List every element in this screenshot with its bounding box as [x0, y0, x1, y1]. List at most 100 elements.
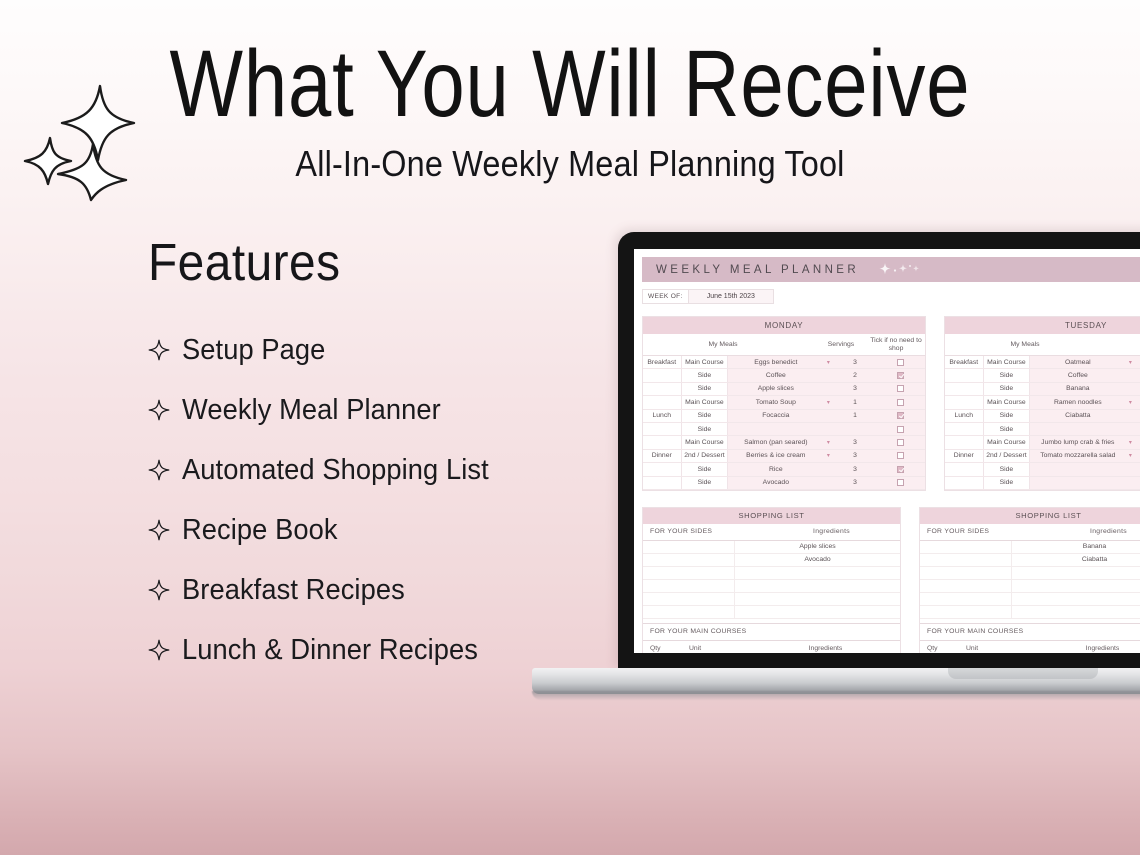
servings-cell[interactable] — [1135, 382, 1140, 396]
list-item[interactable]: Apple slices — [643, 540, 900, 554]
checkbox[interactable] — [897, 385, 905, 393]
table-row[interactable]: Breakfast Main Course Oatmeal ▾ — [945, 356, 1140, 370]
list-item[interactable] — [920, 592, 1140, 606]
list-item[interactable] — [920, 605, 1140, 619]
list-item[interactable] — [920, 579, 1140, 593]
ingredient-value[interactable]: Ciabatta — [1012, 556, 1140, 563]
checkbox-checked[interactable] — [897, 465, 905, 473]
ingredient-value[interactable]: Avocado — [735, 556, 900, 563]
tick-cell[interactable] — [876, 409, 925, 422]
servings-cell[interactable] — [1135, 396, 1140, 409]
servings-cell[interactable] — [1135, 422, 1140, 436]
servings-cell[interactable]: 3 — [833, 382, 877, 396]
dish-cell[interactable]: Coffee — [728, 369, 824, 382]
dish-cell[interactable] — [1030, 476, 1126, 489]
servings-cell[interactable]: 1 — [833, 396, 877, 409]
ingredient-value[interactable]: Apple slices — [735, 543, 900, 550]
chevron-down-icon[interactable]: ▾ — [823, 449, 834, 463]
table-row[interactable]: Side — [643, 422, 925, 437]
servings-cell[interactable] — [1135, 436, 1140, 449]
dish-cell[interactable] — [728, 422, 824, 436]
table-row[interactable]: Dinner 2nd / Dessert Berries & ice cream… — [643, 449, 925, 464]
servings-cell[interactable]: 2 — [833, 369, 877, 382]
dish-cell[interactable]: Apple slices — [728, 382, 824, 396]
list-item[interactable] — [920, 566, 1140, 580]
servings-cell[interactable]: 3 — [833, 476, 877, 489]
servings-cell[interactable]: 3 — [833, 449, 877, 463]
list-item[interactable] — [643, 605, 900, 619]
chevron-down-icon[interactable]: ▾ — [823, 396, 834, 409]
servings-cell[interactable] — [1135, 449, 1140, 463]
servings-cell[interactable] — [1135, 369, 1140, 382]
week-of-field[interactable]: WEEK OF: June 15th 2023 — [642, 289, 774, 304]
chevron-down-icon[interactable]: ▾ — [1125, 436, 1136, 449]
table-row[interactable]: Side Coffee 2 — [643, 369, 925, 383]
table-row[interactable]: Lunch Side Focaccia 1 — [643, 409, 925, 423]
table-row[interactable]: Main Course Jumbo lump crab & fries ▾ — [945, 436, 1140, 450]
table-row[interactable]: Side Apple slices 3 — [643, 382, 925, 397]
servings-cell[interactable] — [833, 422, 877, 436]
table-row[interactable]: Main Course Tomato Soup ▾ 1 — [643, 396, 925, 410]
checkbox-checked[interactable] — [897, 412, 905, 420]
ingredient-value[interactable]: Banana — [1012, 543, 1140, 550]
table-row[interactable]: Side Rice 3 — [643, 463, 925, 477]
dish-cell[interactable]: Oatmeal — [1030, 356, 1126, 369]
table-row[interactable]: Side Coffee — [945, 369, 1140, 383]
tick-cell[interactable] — [876, 369, 925, 382]
week-of-value[interactable]: June 15th 2023 — [688, 290, 773, 303]
servings-cell[interactable]: 3 — [833, 436, 877, 449]
tick-cell[interactable] — [876, 476, 925, 489]
dish-cell[interactable] — [1030, 422, 1126, 436]
list-item[interactable] — [643, 592, 900, 606]
servings-cell[interactable]: 3 — [833, 356, 877, 369]
dish-cell[interactable]: Eggs benedict — [728, 356, 824, 369]
dish-cell[interactable]: Berries & ice cream — [728, 449, 824, 463]
table-row[interactable]: Side — [945, 422, 1140, 437]
servings-cell[interactable]: 1 — [833, 409, 877, 422]
table-row[interactable]: Breakfast Main Course Eggs benedict ▾ 3 — [643, 356, 925, 370]
checkbox[interactable] — [897, 398, 905, 406]
chevron-down-icon[interactable]: ▾ — [823, 436, 834, 449]
table-row[interactable]: Lunch Side Ciabatta — [945, 409, 1140, 423]
list-item[interactable] — [643, 579, 900, 593]
tick-cell[interactable] — [876, 356, 925, 369]
chevron-down-icon[interactable]: ▾ — [1125, 396, 1136, 409]
tick-cell[interactable] — [876, 422, 925, 436]
servings-cell[interactable]: 3 — [833, 463, 877, 476]
list-item[interactable]: Banana — [920, 540, 1140, 554]
table-row[interactable]: Main Course Ramen noodles ▾ — [945, 396, 1140, 410]
checkbox[interactable] — [897, 425, 905, 433]
table-row[interactable]: Side Avocado 3 — [643, 476, 925, 490]
dish-cell[interactable]: Avocado — [728, 476, 824, 489]
table-row[interactable]: Main Course Salmon (pan seared) ▾ 3 — [643, 436, 925, 450]
tick-cell[interactable] — [876, 463, 925, 476]
servings-cell[interactable] — [1135, 356, 1140, 369]
dish-cell[interactable]: Jumbo lump crab & fries — [1030, 436, 1126, 449]
table-row[interactable]: Side — [945, 463, 1140, 477]
dish-cell[interactable]: Salmon (pan seared) — [728, 436, 824, 449]
tick-cell[interactable] — [876, 449, 925, 463]
dish-cell[interactable]: Coffee — [1030, 369, 1126, 382]
dish-cell[interactable]: Banana — [1030, 382, 1126, 396]
dish-cell[interactable]: Focaccia — [728, 409, 824, 422]
tick-cell[interactable] — [876, 382, 925, 396]
checkbox[interactable] — [897, 439, 905, 447]
dish-cell[interactable]: Ramen noodles — [1030, 396, 1126, 409]
chevron-down-icon[interactable]: ▾ — [1125, 356, 1136, 369]
dish-cell[interactable]: Tomato Soup — [728, 396, 824, 409]
servings-cell[interactable] — [1135, 476, 1140, 489]
dish-cell[interactable]: Rice — [728, 463, 824, 476]
servings-cell[interactable] — [1135, 409, 1140, 422]
dish-cell[interactable]: Tomato mozzarella salad — [1030, 449, 1126, 463]
checkbox[interactable] — [897, 479, 905, 487]
chevron-down-icon[interactable]: ▾ — [823, 356, 834, 369]
dish-cell[interactable]: Ciabatta — [1030, 409, 1126, 422]
checkbox-checked[interactable] — [897, 372, 905, 380]
tick-cell[interactable] — [876, 436, 925, 449]
chevron-down-icon[interactable]: ▾ — [1125, 449, 1136, 463]
servings-cell[interactable] — [1135, 463, 1140, 476]
checkbox[interactable] — [897, 358, 905, 366]
list-item[interactable]: Avocado — [643, 553, 900, 567]
tick-cell[interactable] — [876, 396, 925, 409]
list-item[interactable] — [643, 566, 900, 580]
